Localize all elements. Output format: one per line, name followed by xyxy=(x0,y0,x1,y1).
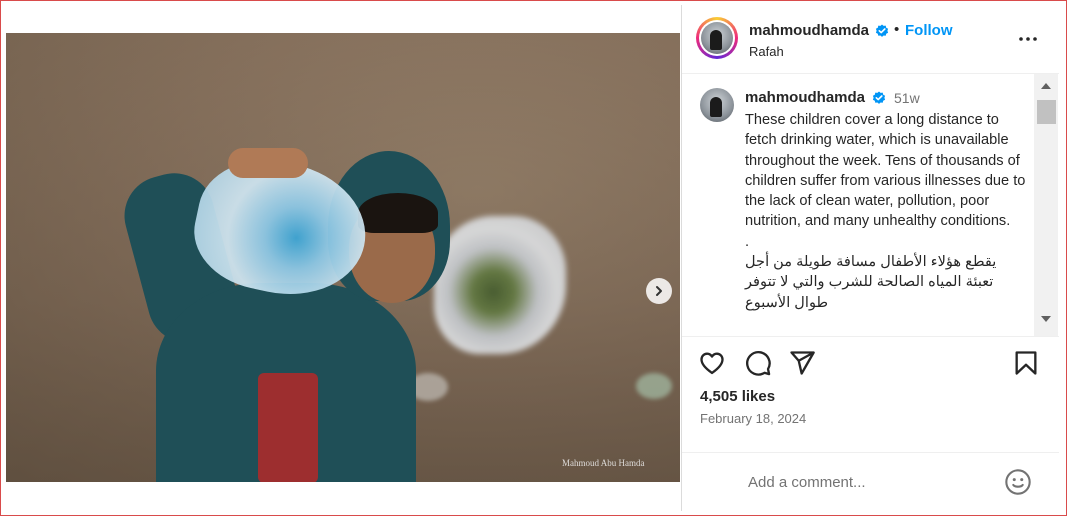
emoji-icon xyxy=(1005,469,1031,495)
comments-area[interactable]: mahmoudhamda 51w These children cover a … xyxy=(682,74,1059,337)
photo-child-hand xyxy=(228,148,308,178)
save-button[interactable] xyxy=(1012,349,1040,377)
caption-paragraph-dot: . xyxy=(745,233,750,250)
send-icon xyxy=(790,351,815,375)
post-date[interactable]: February 18, 2024 xyxy=(700,411,806,426)
photo-shirt-print xyxy=(258,373,318,482)
post-media[interactable]: Mahmoud Abu Hamda xyxy=(6,33,680,482)
add-comment-bar xyxy=(682,452,1059,511)
caption-timestamp[interactable]: 51w xyxy=(894,90,920,106)
caption-paragraph-en: These children cover a long distance to … xyxy=(745,112,1026,230)
photo-stone xyxy=(636,373,672,399)
heart-icon xyxy=(700,352,724,375)
emoji-button[interactable] xyxy=(1004,468,1032,496)
caption-author-username[interactable]: mahmoudhamda xyxy=(745,89,865,106)
header-separator: • xyxy=(894,21,900,38)
caption-paragraph-ar: يقطع هؤلاء الأطفال مسافة طويلة من أجل تع… xyxy=(745,254,997,311)
chevron-right-icon xyxy=(656,286,662,296)
author-avatar[interactable] xyxy=(696,17,738,59)
verified-badge-icon xyxy=(872,90,886,108)
more-options-button[interactable] xyxy=(1016,27,1040,51)
comments-scrollbar[interactable] xyxy=(1034,74,1058,336)
verified-badge-icon xyxy=(875,23,889,41)
share-button[interactable] xyxy=(788,349,816,377)
bookmark-icon xyxy=(1015,351,1037,375)
follow-button[interactable]: Follow xyxy=(905,22,953,39)
carousel-next-button[interactable] xyxy=(646,278,672,304)
more-options-icon xyxy=(1019,37,1037,41)
post-side-panel: mahmoudhamda • Follow Rafah mahmoudhamda… xyxy=(681,5,1059,511)
post-actions xyxy=(682,345,1059,381)
caption-author-avatar[interactable] xyxy=(700,88,734,122)
scroll-up-arrow-icon[interactable] xyxy=(1041,83,1051,89)
comment-button[interactable] xyxy=(744,349,772,377)
likes-count[interactable]: 4,505 likes xyxy=(700,388,775,405)
comment-input[interactable] xyxy=(748,470,988,494)
photo-watermark: Mahmoud Abu Hamda xyxy=(562,458,645,468)
post-header: mahmoudhamda • Follow Rafah xyxy=(682,5,1059,74)
caption-text: These children cover a long distance to … xyxy=(745,110,1027,313)
author-username[interactable]: mahmoudhamda xyxy=(749,22,869,39)
scrollbar-thumb[interactable] xyxy=(1037,100,1056,124)
photo-bag xyxy=(434,216,566,354)
scroll-down-arrow-icon[interactable] xyxy=(1041,316,1051,322)
photo-child-hair xyxy=(358,193,438,233)
comment-icon xyxy=(746,351,771,376)
post-location[interactable]: Rafah xyxy=(749,44,784,59)
like-button[interactable] xyxy=(698,349,726,377)
